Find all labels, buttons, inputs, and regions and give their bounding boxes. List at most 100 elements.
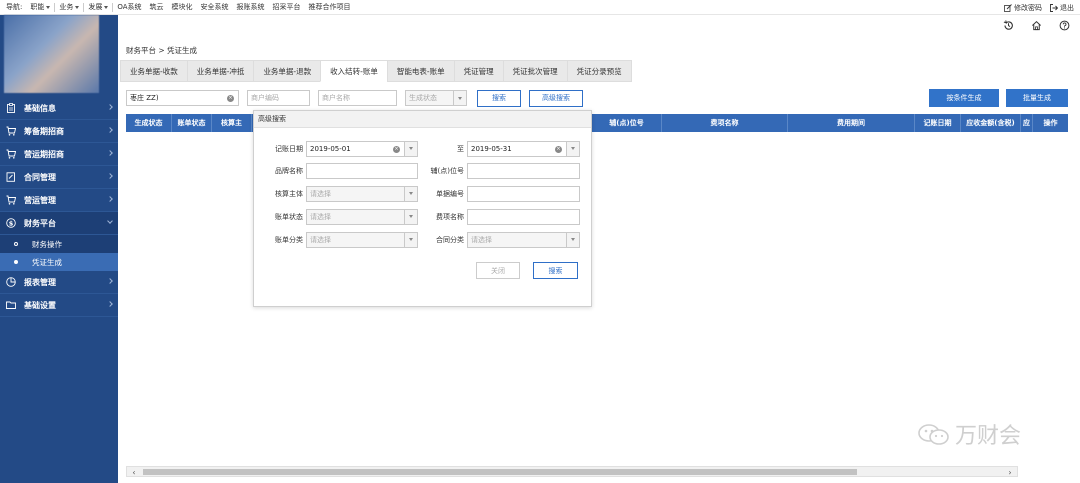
chevron-down-icon xyxy=(404,232,417,247)
popup-search-button[interactable]: 搜索 xyxy=(533,262,578,279)
user-avatar xyxy=(4,15,99,93)
document-edit-icon xyxy=(6,172,16,182)
advanced-search-popup: 高级搜索 记账日期 2019-05-01 × 至 2019-05-31 × 品牌… xyxy=(253,110,592,307)
contract-category-select[interactable]: 请选择 xyxy=(467,231,580,248)
nav-item-zhuyun[interactable]: 筑云 xyxy=(146,2,168,12)
top-right-tools: 修改密码 退出 xyxy=(1004,0,1074,15)
col-actions: 操作 xyxy=(1043,119,1058,127)
bullet-icon xyxy=(14,242,18,246)
doc-no-input[interactable] xyxy=(467,185,580,202)
project-select[interactable]: 枣庄 ZZ) × xyxy=(126,90,239,106)
scroll-right-icon[interactable]: › xyxy=(1005,468,1015,477)
scrollbar-thumb[interactable] xyxy=(143,469,857,475)
col-generate-status: 生成状态 xyxy=(126,114,172,132)
tab-smart-meter[interactable]: 智能电表-账单 xyxy=(386,60,454,82)
nav-item-modular[interactable]: 模块化 xyxy=(168,2,197,12)
tab-refund[interactable]: 业务单据-退款 xyxy=(253,60,321,82)
sidebar-subitem-finance-ops[interactable]: 财务操作 xyxy=(0,235,118,253)
chevron-down-icon xyxy=(453,91,466,105)
logout-link[interactable]: 退出 xyxy=(1050,3,1074,13)
horizontal-scrollbar[interactable]: ‹ › xyxy=(126,466,1018,477)
chevron-down-icon xyxy=(566,141,579,156)
row-position: 辅(点)位号 xyxy=(430,162,580,179)
cart-icon xyxy=(6,149,16,159)
col-receivable-extra: 应 xyxy=(1021,114,1033,132)
clear-icon[interactable]: × xyxy=(227,95,234,102)
row-date-to: 至 2019-05-31 × xyxy=(430,140,580,157)
row-brand: 品牌名称 xyxy=(269,162,418,179)
close-button[interactable]: 关闭 xyxy=(476,262,520,279)
sidebar-item-ops-leasing[interactable]: 营运期招商 xyxy=(0,143,118,166)
chevron-down-icon xyxy=(404,186,417,201)
col-fee-name: 费项名称 xyxy=(662,114,788,132)
row-bill-status: 账单状态 请选择 xyxy=(269,208,418,225)
edit-icon xyxy=(1004,3,1012,12)
nav-item-recommend[interactable]: 推荐合作项目 xyxy=(305,2,355,12)
row-doc-no: 单据编号 xyxy=(430,185,580,202)
row-entity: 核算主体 请选择 xyxy=(269,185,418,202)
nav-item-safety[interactable]: 安全系统 xyxy=(197,2,233,12)
clear-icon[interactable]: × xyxy=(555,145,562,153)
fee-name-input[interactable] xyxy=(467,208,580,225)
watermark: 万财会 xyxy=(917,418,1021,450)
col-fee-period: 费用期间 xyxy=(788,114,915,132)
scroll-left-icon[interactable]: ‹ xyxy=(129,468,139,477)
row-fee-name: 费项名称 xyxy=(430,208,580,225)
filter-bar: 枣庄 ZZ) × 商户编码 商户名称 生成状态 搜索 高级搜索 xyxy=(126,89,583,107)
row-post-date: 记账日期 2019-05-01 × xyxy=(269,140,418,157)
clear-icon[interactable]: × xyxy=(393,145,400,153)
search-button[interactable]: 搜索 xyxy=(477,89,521,107)
chevron-right-icon xyxy=(107,150,113,156)
tab-offset[interactable]: 业务单据-冲抵 xyxy=(186,60,254,82)
bill-category-select[interactable]: 请选择 xyxy=(306,231,418,248)
date-to-input[interactable]: 2019-05-31 × xyxy=(467,140,580,157)
change-password-link[interactable]: 修改密码 xyxy=(1004,3,1042,13)
advanced-search-button[interactable]: 高级搜索 xyxy=(529,89,583,107)
tab-revenue-bill[interactable]: 收入结转-账单 xyxy=(320,60,387,82)
col-amount-receivable: 应收金额(含税) xyxy=(961,114,1021,132)
sidebar-item-settings[interactable]: 基础设置 xyxy=(0,294,118,317)
sidebar-item-operations[interactable]: 营运管理 xyxy=(0,189,118,212)
merchant-name-input[interactable]: 商户名称 xyxy=(318,90,397,106)
bullet-icon xyxy=(14,260,18,264)
home-icon[interactable] xyxy=(1030,19,1042,31)
date-from-input[interactable]: 2019-05-01 × xyxy=(306,140,418,157)
chevron-down-icon xyxy=(104,5,109,9)
help-icon[interactable] xyxy=(1058,19,1070,31)
chevron-down-icon xyxy=(107,218,113,224)
chevron-right-icon xyxy=(107,173,113,179)
tab-voucher-preview[interactable]: 凭证分录预览 xyxy=(566,60,632,82)
history-icon[interactable] xyxy=(1002,19,1014,31)
position-input[interactable] xyxy=(467,162,580,179)
nav-item-oa[interactable]: OA系统 xyxy=(113,2,145,12)
chat-bubble-icon xyxy=(918,424,949,445)
tab-receipt[interactable]: 业务单据-收款 xyxy=(120,60,187,82)
nav-item-procurement[interactable]: 招采平台 xyxy=(269,2,305,12)
chevron-down-icon xyxy=(404,209,417,224)
row-bill-category: 账单分类 请选择 xyxy=(269,231,418,248)
sidebar-subitem-voucher-generate[interactable]: 凭证生成 xyxy=(0,253,118,271)
entity-select[interactable]: 请选择 xyxy=(306,185,418,202)
chevron-down-icon xyxy=(46,5,51,9)
chevron-down-icon xyxy=(404,141,417,156)
sidebar-item-contract[interactable]: 合同管理 xyxy=(0,166,118,189)
nav-item-function[interactable]: 职能 xyxy=(26,2,54,12)
sidebar-item-finance[interactable]: $ 财务平台 xyxy=(0,212,118,235)
sidebar-item-prep-leasing[interactable]: 筹备期招商 xyxy=(0,120,118,143)
sidebar-item-reports[interactable]: 报表管理 xyxy=(0,271,118,294)
header-icon-row xyxy=(1002,19,1070,31)
nav-item-expense[interactable]: 报账系统 xyxy=(233,2,269,12)
col-position: 辅(点)位号 xyxy=(592,114,662,132)
merchant-code-input[interactable]: 商户编码 xyxy=(247,90,310,106)
status-select[interactable]: 生成状态 xyxy=(405,90,467,106)
batch-generate-button[interactable]: 批量生成 xyxy=(1006,89,1068,107)
brand-name-input[interactable] xyxy=(306,162,418,179)
tab-voucher-batch[interactable]: 凭证批次管理 xyxy=(502,60,567,82)
tab-voucher-manage[interactable]: 凭证管理 xyxy=(453,60,503,82)
sidebar-item-basic-info[interactable]: 基础信息 xyxy=(0,97,118,120)
generate-by-condition-button[interactable]: 按条件生成 xyxy=(929,89,999,107)
bill-status-select[interactable]: 请选择 xyxy=(306,208,418,225)
nav-item-development[interactable]: 发展 xyxy=(84,2,112,12)
nav-item-business[interactable]: 业务 xyxy=(55,2,83,12)
cart-icon xyxy=(6,126,16,136)
